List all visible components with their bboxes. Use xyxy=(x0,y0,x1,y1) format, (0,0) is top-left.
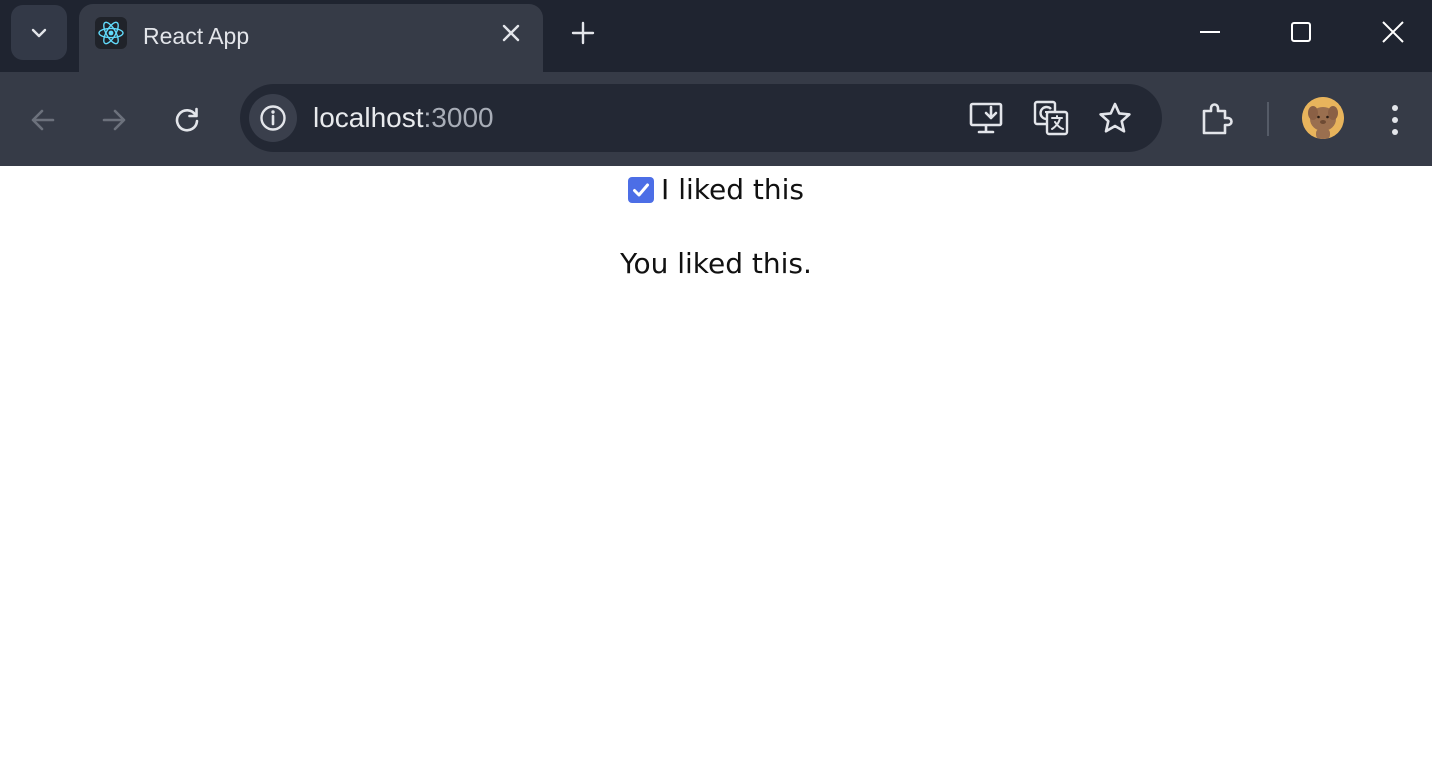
close-icon xyxy=(502,24,520,42)
minimize-button[interactable] xyxy=(1187,10,1233,54)
checkmark-icon xyxy=(633,183,650,197)
address-bar[interactable]: localhost:3000 xyxy=(240,84,1162,152)
new-tab-button[interactable] xyxy=(566,16,600,50)
tab-close-button[interactable] xyxy=(497,19,525,47)
browser-tab-active[interactable]: React App xyxy=(79,4,543,72)
arrow-right-icon xyxy=(102,109,126,131)
minimize-icon xyxy=(1200,31,1220,33)
puzzle-icon xyxy=(1202,103,1233,135)
profile-avatar-icon xyxy=(1302,97,1344,139)
url-port: :3000 xyxy=(423,102,494,133)
plus-icon xyxy=(571,21,595,45)
reload-button[interactable] xyxy=(165,98,209,142)
like-status-message: You liked this. xyxy=(620,247,812,280)
install-app-button[interactable] xyxy=(965,96,1009,140)
close-icon xyxy=(1382,21,1404,43)
back-button[interactable] xyxy=(21,98,65,142)
star-icon xyxy=(1099,102,1131,133)
extensions-button[interactable] xyxy=(1194,98,1238,142)
more-vert-icon xyxy=(1392,105,1398,135)
browser-menu-button[interactable] xyxy=(1373,98,1417,142)
maximize-icon xyxy=(1291,22,1311,42)
url-text[interactable]: localhost:3000 xyxy=(313,103,494,133)
install-app-icon xyxy=(969,102,1003,134)
site-info-button[interactable] xyxy=(249,94,297,142)
like-checkbox[interactable] xyxy=(628,177,655,203)
url-host: localhost xyxy=(313,102,424,133)
toolbar-divider xyxy=(1267,102,1269,136)
like-checkbox-label: I liked this xyxy=(661,173,804,206)
reload-icon xyxy=(175,107,199,132)
maximize-button[interactable] xyxy=(1278,10,1324,54)
bookmark-button[interactable] xyxy=(1093,96,1137,140)
arrow-left-icon xyxy=(31,109,55,131)
page-content: I liked this You liked this. xyxy=(0,166,1432,762)
chevron-down-icon xyxy=(31,28,47,37)
tab-search-button[interactable] xyxy=(11,5,67,60)
forward-button[interactable] xyxy=(92,98,136,142)
browser-titlebar: React App xyxy=(0,0,1432,72)
browser-toolbar: localhost:3000 xyxy=(0,72,1432,166)
translate-icon xyxy=(1033,100,1069,136)
like-checkbox-row[interactable]: I liked this xyxy=(0,174,1432,206)
react-logo-icon xyxy=(95,17,127,49)
avatar[interactable] xyxy=(1302,97,1344,139)
translate-button[interactable] xyxy=(1029,96,1073,140)
tab-title: React App xyxy=(143,23,250,49)
info-icon xyxy=(260,105,286,131)
close-window-button[interactable] xyxy=(1370,10,1416,54)
